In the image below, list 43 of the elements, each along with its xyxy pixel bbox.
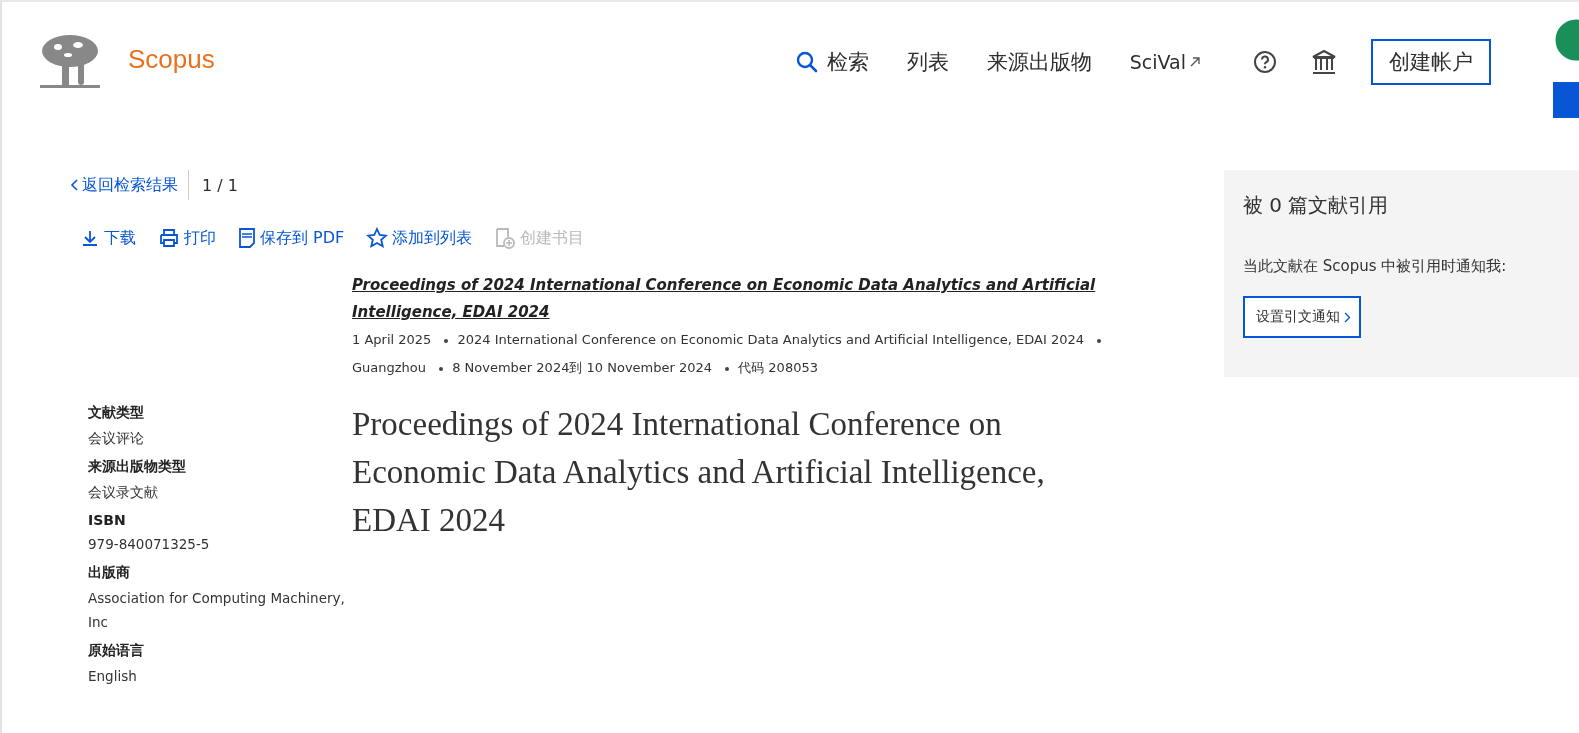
field-label: 原始语言	[88, 642, 145, 660]
pager-text: 1 / 1	[202, 175, 238, 195]
source-detail: 1 April 2025	[352, 332, 432, 347]
star-icon	[366, 227, 389, 249]
citation-count-heading: 被 0 篇文献引用	[1243, 192, 1390, 219]
nav-link[interactable]: 来源出版物	[986, 48, 1092, 76]
citation-alert-button[interactable]: 设置引文通知	[1243, 296, 1361, 338]
field-value: 会议录文献	[88, 483, 159, 502]
search-icon	[794, 50, 819, 74]
nav-link[interactable]: 列表	[906, 48, 949, 76]
pdf-file-icon	[238, 227, 256, 249]
alert-prompt: 当此文献在 Scopus 中被引用时通知我:	[1243, 257, 1508, 276]
printer-icon	[158, 228, 180, 248]
back-link[interactable]: 返回检索结果	[70, 170, 189, 200]
document-add-icon	[494, 227, 517, 249]
toolbar-action[interactable]: 打印	[158, 227, 216, 249]
nav-link[interactable]: 检索	[794, 48, 869, 76]
create-account-button[interactable]: 创建帐户	[1371, 39, 1491, 85]
arrow-icon	[1189, 56, 1201, 68]
document-title: Proceedings of 2024 International Conference on Economic Data Analytics and Artificial Intelligence, EDAI 2024	[352, 405, 1046, 540]
source-title-link[interactable]: Proceedings of 2024 International Conference on Economic Data Analytics and Artificial Intelligence, EDAI 2024	[352, 272, 1182, 326]
toolbar-action[interactable]: 保存到 PDF	[238, 227, 345, 249]
field-value: Association for Computing Machinery, Inc	[88, 589, 346, 632]
institution-icon[interactable]	[1311, 49, 1337, 75]
field-value: 会议评论	[88, 429, 145, 448]
help-icon[interactable]	[1253, 50, 1277, 74]
toolbar-action[interactable]: 下载	[80, 227, 136, 249]
source-detail: 2024 International Conference on Economic Data Analytics and Artificial Intelligence, EDAI 2024	[457, 332, 1084, 347]
toolbar-action[interactable]: 添加到列表	[366, 227, 473, 249]
tree-logo	[38, 33, 102, 91]
field-value: English	[88, 667, 138, 686]
field-value: 979-840071325-5	[88, 535, 211, 554]
source-detail: Guangzhou	[352, 360, 427, 375]
nav-link[interactable]: SciVal	[1129, 51, 1201, 73]
download-icon	[80, 228, 100, 248]
field-label: ISBN	[88, 512, 127, 528]
field-label: 出版商	[88, 564, 131, 582]
chevron-right-icon	[1344, 311, 1351, 323]
field-label: 文献类型	[88, 404, 145, 422]
source-detail: 8 November 2024到 10 November 2024	[452, 360, 713, 375]
chevron-left-icon	[70, 179, 79, 191]
source-detail: 代码 208053	[738, 360, 818, 375]
field-label: 来源出版物类型	[88, 458, 187, 476]
